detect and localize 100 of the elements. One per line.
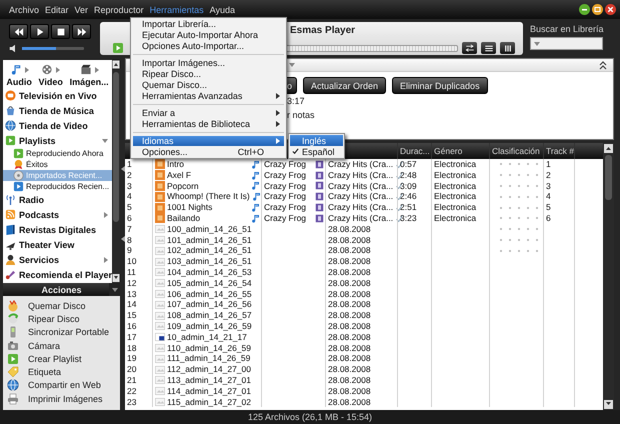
thumbnail [155,332,165,342]
toolbar-button[interactable]: Actualizar Orden [303,77,386,94]
table-cell: Axel F [167,170,192,181]
thumbnail [155,396,165,407]
menu-item[interactable]: Enviar a [133,108,284,118]
scrollbar[interactable] [112,60,120,283]
toolbar-button[interactable]: Eliminar Duplicados [392,77,488,94]
row-number: 13 [127,288,138,300]
tree-item[interactable]: Servicios [3,252,112,267]
thumbnail [155,170,165,180]
menu-item[interactable]: Ripear Disco... [133,68,284,80]
row-number: 5 [127,202,133,213]
thumbnail [155,375,165,386]
menu-item[interactable]: Ayuda [206,4,238,14]
table-cell: Electronica [431,180,489,192]
tree-item[interactable]: Televisión en Vivo [3,88,112,103]
tab[interactable]: Imágen... [68,64,110,87]
tree-item[interactable]: Tienda de Video [3,118,112,133]
tab[interactable]: Video [38,64,64,87]
table-cell: 103_admin_14_26_51 [167,256,252,267]
previous-button[interactable] [9,24,28,39]
thumbnail [155,192,165,202]
playlist-item[interactable]: Reproduciendo Ahora [3,148,112,159]
collapse-icon[interactable] [599,60,607,70]
play-icon [7,352,19,365]
column-header[interactable]: Clasificación [489,143,543,159]
table-cell: Bailando [167,212,200,224]
minimize-button[interactable] [579,4,590,15]
action-item[interactable]: Quemar Disco [3,299,120,312]
table-cell: Popcorn [167,180,199,192]
tree-item[interactable]: Revistas Digitales [3,222,112,237]
tree-item[interactable]: Tienda de Música [3,103,112,118]
stop-button[interactable] [51,24,70,39]
chevron-icon [112,288,118,292]
disc-icon [7,300,19,312]
restore-button[interactable] [592,4,603,15]
action-item[interactable]: Crear Playlist [3,352,120,366]
next-button[interactable] [72,24,91,39]
submenu-arrow-icon [276,92,280,99]
action-item[interactable]: Compartir en Web [3,378,120,392]
volume-slider[interactable] [22,47,84,50]
menu-item[interactable]: Opciones Auto-Importar... [133,40,284,52]
menu-item[interactable]: Opciones... Ctrl+O [133,146,284,158]
menu-item[interactable]: Archivo [6,4,42,14]
clapperboard-icon [80,64,92,75]
column-header[interactable]: Track # [543,143,574,159]
table-cell: 28.08.2008 [328,245,371,256]
menu-item[interactable]: Reproductor [91,4,147,14]
tree-item[interactable]: Radio [3,192,112,207]
tree-item[interactable]: Podcasts [3,207,112,222]
action-item[interactable]: Ripear Disco [3,312,120,326]
menu-item[interactable]: Editar [42,4,72,14]
menu-item[interactable]: Inglés [290,135,343,146]
equalizer-button[interactable] [500,42,515,54]
collapse-arrow-icon[interactable] [120,236,124,242]
search-field[interactable] [530,37,603,50]
action-item[interactable]: Cámara [3,338,120,352]
menu-item[interactable]: Ver [72,4,92,14]
column-header[interactable]: Durac... [397,143,431,159]
playlist-item[interactable]: Reproducidos Recien... [3,181,112,192]
table-cell: 28.08.2008 [328,310,371,321]
repeat-button[interactable] [462,42,477,54]
action-item[interactable]: Imprimir Imágenes [3,392,120,406]
table-cell: 28.08.2008 [328,342,371,354]
thumbnail [155,202,165,213]
menu-item[interactable]: Herramientas de Biblioteca [133,118,284,130]
menu-item[interactable]: Quemar Disco... [133,79,284,90]
table-cell: 114_admin_14_27_01 [167,386,251,397]
menu-item[interactable]: Herramientas Avanzadas [133,90,284,102]
table-cell: 2:51 [397,202,431,213]
play-button[interactable] [30,24,49,39]
tree-item[interactable]: Recomienda el Player [3,267,112,282]
shuffle-button[interactable] [481,42,496,54]
menu-item[interactable]: Ejecutar Auto-Importar Ahora [133,30,284,41]
menu-item[interactable]: Importar Librería... [133,19,284,30]
playlist-item[interactable]: Éxitos [3,159,112,170]
menu-item[interactable]: Español [290,146,343,158]
close-button[interactable] [605,4,616,15]
tab[interactable]: Audio [5,64,33,87]
tree-item[interactable]: Theater View [3,237,112,252]
action-item[interactable]: Etiqueta [3,365,120,379]
menu-item[interactable]: Idiomas [133,136,284,146]
play-icon [112,42,124,54]
table-cell: Crazy Hits (Cra... [328,191,394,202]
scrollbar[interactable] [603,143,614,410]
thumbnail [155,180,165,191]
menu-item[interactable]: Herramientas [146,4,207,14]
table-cell: 4 [543,191,574,202]
equalizer-icon [502,44,512,52]
column-header[interactable]: Género [431,143,489,159]
table-cell: Crazy Hits (Cra... [328,180,394,192]
thumbnail [155,278,165,288]
tree-item[interactable]: Playlists [3,133,112,148]
repeat-icon [464,44,474,52]
row-number: 16 [127,320,138,332]
collapse-arrow-icon[interactable] [120,166,124,172]
table-cell: 3:23 [397,212,431,224]
table-cell: Crazy Frog [264,212,306,224]
action-item[interactable]: Sincronizar Portable [3,326,120,339]
table-cell: 28.08.2008 [328,278,371,289]
